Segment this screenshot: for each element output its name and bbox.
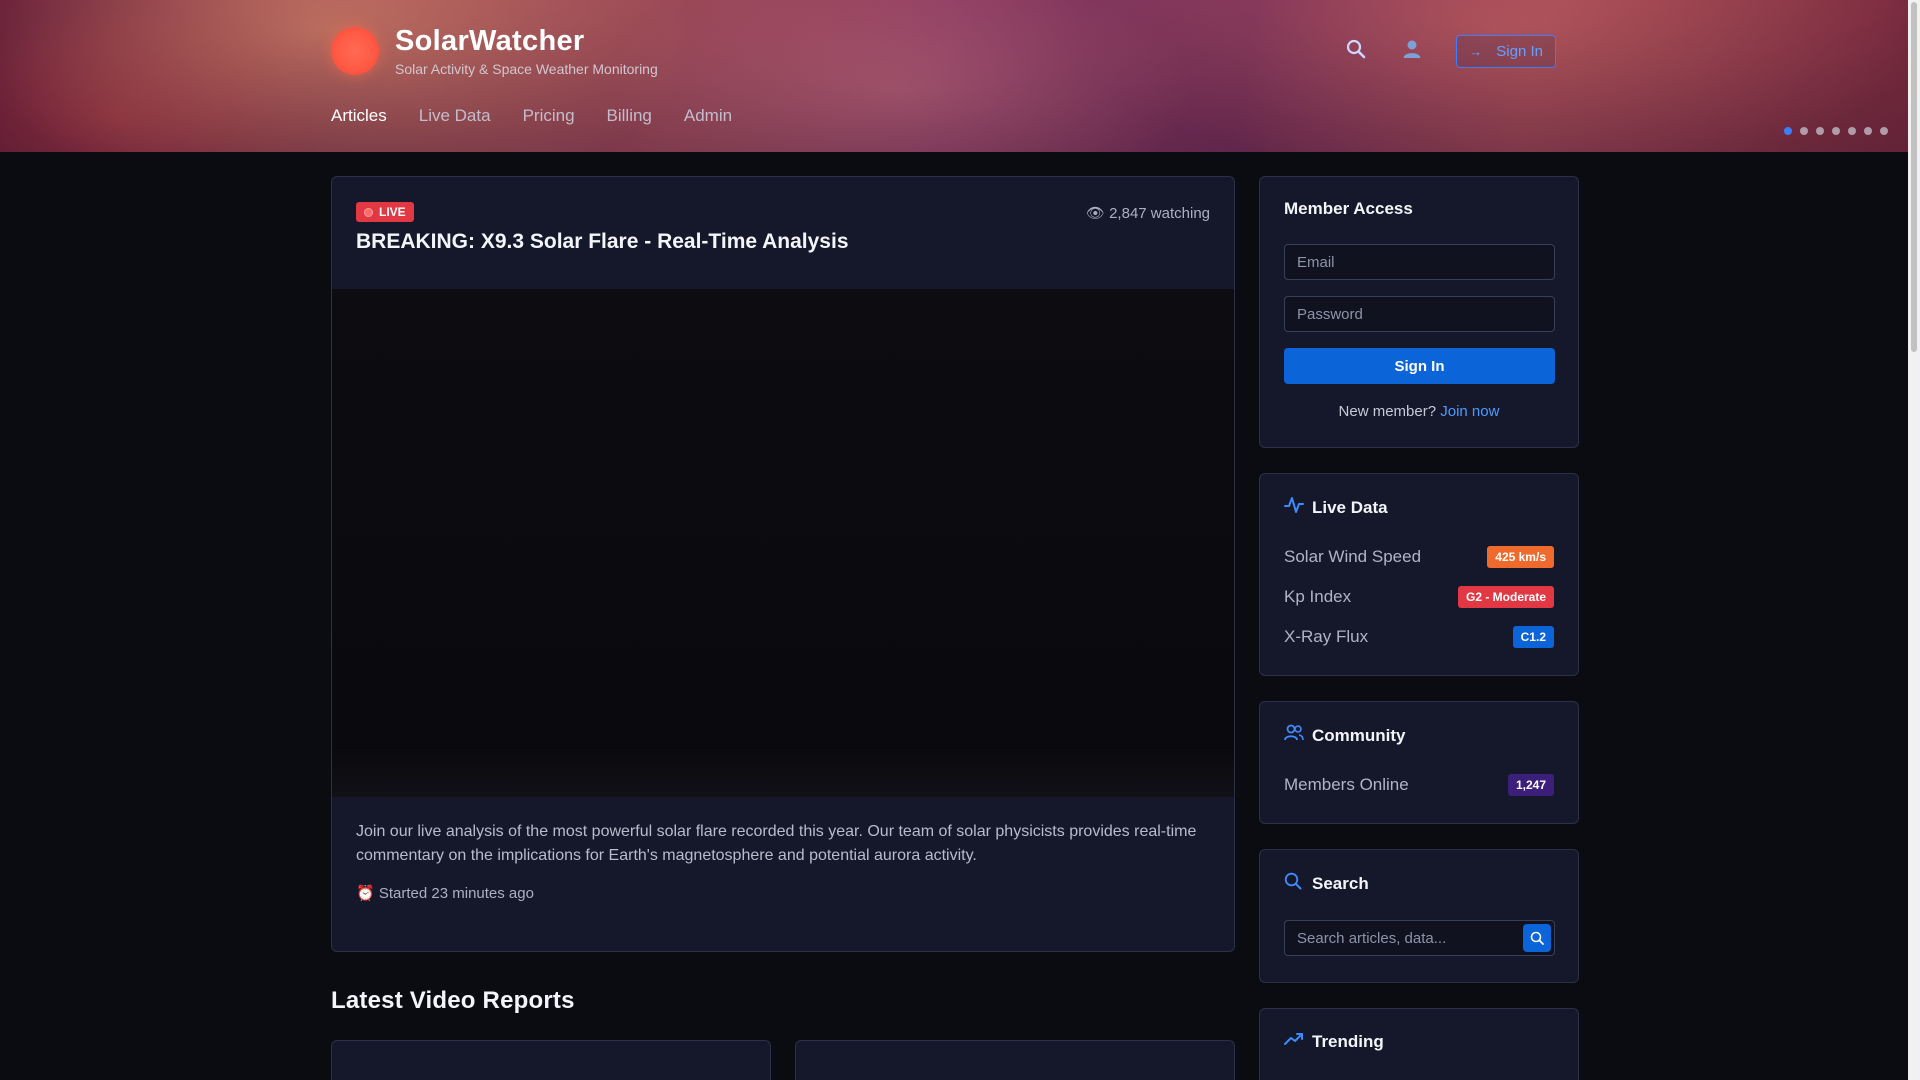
search-icon [1530, 931, 1544, 945]
live-badge-label: LIVE [379, 205, 406, 219]
page-scrollbar[interactable] [1908, 0, 1920, 1080]
password-field[interactable] [1284, 296, 1555, 332]
stat-badge: C1.2 [1512, 626, 1554, 648]
nav-billing[interactable]: Billing [607, 106, 652, 126]
trending-card: Trending [1259, 1008, 1579, 1080]
latest-video-reports-title: Latest Video Reports [331, 987, 575, 1014]
nav-live-data[interactable]: Live Data [419, 106, 491, 126]
recording-dot-icon [364, 207, 373, 217]
sign-in-arrow-icon: → [1469, 44, 1483, 59]
nav-articles[interactable]: Articles [331, 106, 387, 126]
carousel-dot[interactable] [1816, 127, 1824, 135]
header-hero: SolarWatcher Solar Activity & Space Weat… [0, 0, 1908, 152]
alarm-clock-icon: ⏰ [356, 885, 375, 902]
live-title: BREAKING: X9.3 Solar Flare - Real-Time A… [356, 230, 849, 253]
video-report-card[interactable] [795, 1040, 1235, 1080]
users-icon [1284, 724, 1304, 747]
join-line: New member? Join now [1284, 403, 1554, 420]
search-input[interactable] [1284, 920, 1555, 956]
search-submit-button[interactable] [1523, 924, 1551, 952]
header-sign-in-button[interactable]: → Sign In [1456, 35, 1556, 68]
header-sign-in-label: Sign In [1496, 43, 1543, 60]
member-access-card: Member Access Sign In New member? Join n… [1259, 176, 1579, 448]
carousel-dot[interactable] [1848, 127, 1856, 135]
members-online-row: Members Online 1,247 [1284, 765, 1554, 805]
search-icon[interactable] [1344, 39, 1368, 65]
members-online-badge: 1,247 [1507, 774, 1554, 796]
user-icon[interactable] [1400, 39, 1424, 65]
sun-logo-icon [331, 27, 379, 75]
carousel-dot[interactable] [1864, 127, 1872, 135]
sign-in-button[interactable]: Sign In [1284, 348, 1555, 384]
search-title: Search [1312, 873, 1369, 893]
live-data-title: Live Data [1312, 497, 1388, 517]
eye-icon: 👁 [1085, 205, 1105, 222]
community-card: Community Members Online 1,247 [1259, 701, 1579, 824]
solar-wind-row: Solar Wind Speed 425 km/s [1284, 537, 1554, 577]
activity-pulse-icon [1284, 496, 1304, 519]
community-heading: Community [1284, 724, 1554, 747]
video-player[interactable] [332, 289, 1234, 797]
live-data-heading: Live Data [1284, 496, 1554, 519]
trending-heading: Trending [1284, 1031, 1554, 1052]
member-access-title: Member Access [1284, 199, 1413, 218]
brand-title: SolarWatcher [395, 25, 585, 57]
nav-admin[interactable]: Admin [684, 106, 732, 126]
brand[interactable]: SolarWatcher Solar Activity & Space Weat… [331, 25, 658, 77]
live-started-label: Started 23 minutes ago [378, 885, 534, 902]
search-card: Search [1259, 849, 1579, 983]
watching-count-label: 2,847 watching [1109, 205, 1210, 222]
brand-subtitle: Solar Activity & Space Weather Monitorin… [395, 61, 658, 77]
live-started-time: ⏰ Started 23 minutes ago [356, 884, 534, 902]
new-member-text: New member? [1338, 403, 1437, 420]
nav-pricing[interactable]: Pricing [523, 106, 575, 126]
watching-count: 👁 2,847 watching [1086, 204, 1210, 222]
search-heading: Search [1284, 872, 1554, 895]
community-title: Community [1312, 725, 1406, 745]
stat-label: Solar Wind Speed [1284, 547, 1422, 566]
carousel-dot[interactable] [1880, 127, 1888, 135]
scrollbar-thumb[interactable] [1911, 2, 1917, 352]
carousel-dot[interactable] [1784, 127, 1792, 135]
header-actions: → Sign In [1344, 35, 1556, 68]
live-badge: LIVE [356, 202, 414, 222]
search-box [1284, 920, 1555, 956]
carousel-dot[interactable] [1800, 127, 1808, 135]
trending-up-icon [1284, 1031, 1304, 1052]
live-stream-card: LIVE 👁 2,847 watching BREAKING: X9.3 Sol… [331, 176, 1235, 952]
main-nav: Articles Live Data Pricing Billing Admin [331, 106, 764, 126]
stat-badge: 425 km/s [1487, 546, 1554, 568]
join-now-link[interactable]: Join now [1440, 403, 1499, 420]
video-report-card[interactable] [331, 1040, 771, 1080]
live-description: Join our live analysis of the most power… [356, 823, 1197, 864]
kp-index-row: Kp Index G2 - Moderate [1284, 577, 1554, 617]
stat-label: X-Ray Flux [1284, 627, 1369, 646]
trending-title: Trending [1312, 1031, 1384, 1051]
xray-flux-row: X-Ray Flux C1.2 [1284, 617, 1554, 657]
members-online-label: Members Online [1284, 775, 1409, 794]
carousel-dots [1776, 127, 1888, 135]
search-icon [1284, 872, 1304, 895]
stat-label: Kp Index [1284, 587, 1352, 606]
live-data-card: Live Data Solar Wind Speed 425 km/s Kp I… [1259, 473, 1579, 676]
stat-badge: G2 - Moderate [1457, 586, 1554, 608]
carousel-dot[interactable] [1832, 127, 1840, 135]
email-field[interactable] [1284, 244, 1555, 280]
